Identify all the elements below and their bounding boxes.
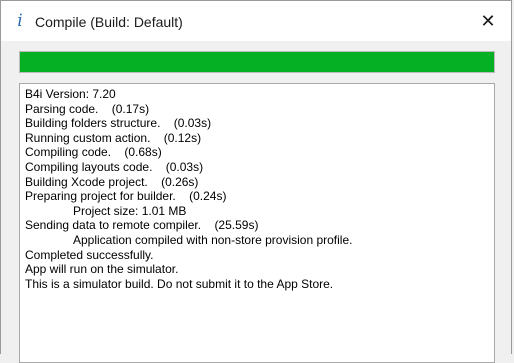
log-line: Application compiled with non-store prov… xyxy=(73,232,353,247)
log-line: Parsing code. (0.17s) xyxy=(25,101,150,116)
log-line: Project size: 1.01 MB xyxy=(73,203,187,218)
window-title: Compile (Build: Default) xyxy=(35,14,183,30)
log-line: Compiling code. (0.68s) xyxy=(25,145,162,160)
log-line: B4i Version: 7.20 xyxy=(25,87,116,101)
close-button[interactable]: ✕ xyxy=(465,1,511,41)
log-line: Building Xcode project. (0.26s) xyxy=(25,174,199,189)
log-line: App will run on the simulator. xyxy=(25,262,179,277)
progress-fill xyxy=(20,52,494,72)
log-line: Building folders structure. (0.03s) xyxy=(25,116,212,131)
log-line: Preparing project for builder. (0.24s) xyxy=(25,189,227,204)
compile-progress-bar xyxy=(19,51,495,73)
compile-log-textarea[interactable]: B4i Version: 7.20 Parsing code. (0.17s) Bu… xyxy=(19,83,495,363)
compile-dialog: i Compile (Build: Default) ✕ B4i Version… xyxy=(0,0,512,363)
log-line: Compiling layouts code. (0.03s) xyxy=(25,159,204,174)
log-line: Sending data to remote compiler. (25.59s… xyxy=(25,218,259,233)
log-line: This is a simulator build. Do not submit… xyxy=(25,276,334,291)
log-line: Completed successfully. xyxy=(25,247,154,262)
info-i-icon: i xyxy=(17,11,23,31)
title-bar[interactable]: i Compile (Build: Default) ✕ xyxy=(1,1,511,41)
log-line: Running custom action. (0.12s) xyxy=(25,130,202,145)
